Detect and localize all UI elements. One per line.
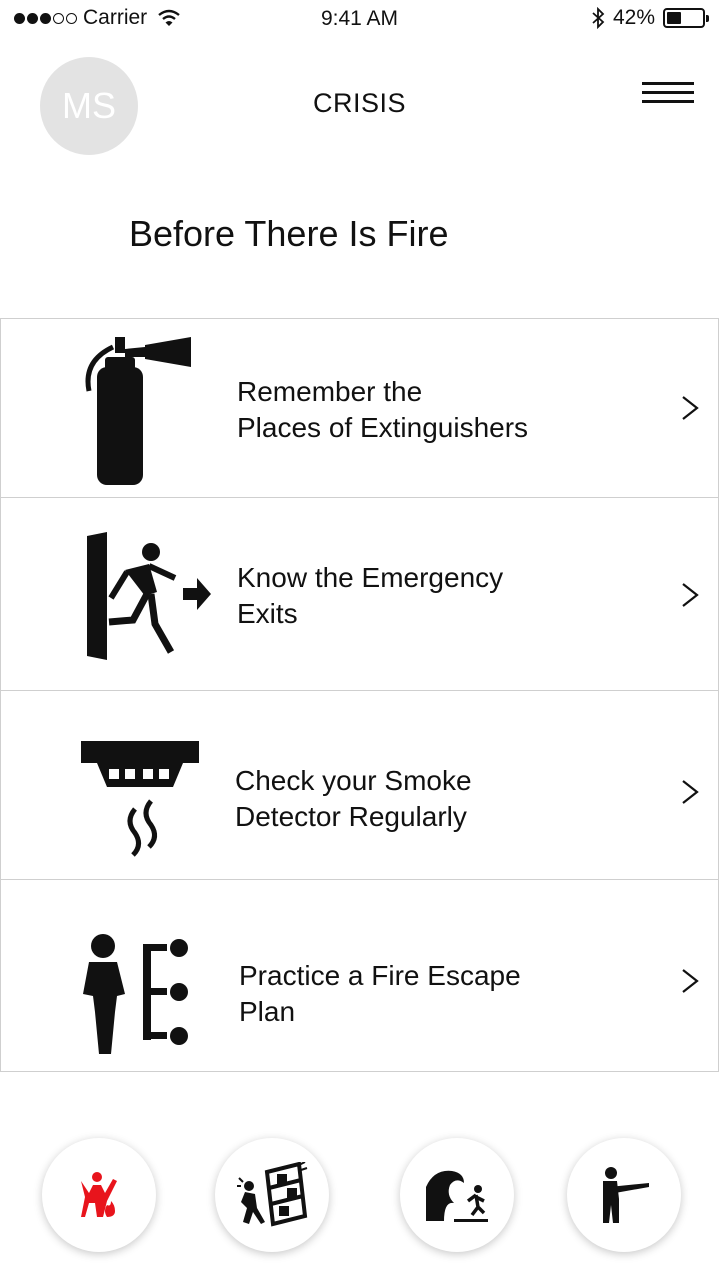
battery-icon	[663, 8, 709, 28]
battery-percent: 42%	[612, 6, 655, 29]
list-item-smoke-detector[interactable]: Check your Smoke Detector Regularly	[0, 690, 719, 879]
status-right: 42%	[591, 6, 709, 30]
crisis-type-nav	[0, 1138, 719, 1252]
bluetooth-icon	[592, 7, 605, 29]
list-item-escape-plan[interactable]: Practice a Fire Escape Plan	[0, 879, 719, 1072]
escape-plan-icon	[83, 934, 188, 1054]
section-title: Before There Is Fire	[129, 213, 449, 254]
earthquake-button[interactable]	[215, 1138, 329, 1252]
hamburger-menu-icon[interactable]	[642, 82, 694, 110]
battery-level	[667, 12, 682, 24]
checklist: Remember the Places of Extinguishers Kno…	[0, 318, 719, 1072]
chevron-right-icon[interactable]	[679, 966, 701, 996]
fire-crisis-icon	[81, 1172, 117, 1217]
fire-extinguisher-icon	[85, 337, 191, 485]
emergency-exit-icon	[87, 532, 211, 660]
chevron-right-icon[interactable]	[679, 580, 701, 610]
fire-crisis-button[interactable]	[42, 1138, 156, 1252]
list-item-label: Practice a Fire Escape Plan	[239, 960, 521, 1027]
status-bar: Carrier 9:41 AM 42%	[0, 0, 719, 40]
earthquake-icon	[237, 1162, 308, 1227]
list-item-emergency-exits[interactable]: Know the Emergency Exits	[0, 497, 719, 690]
shooter-button[interactable]	[567, 1138, 681, 1252]
list-item-extinguishers[interactable]: Remember the Places of Extinguishers	[0, 318, 719, 497]
tsunami-button[interactable]	[400, 1138, 514, 1252]
shooter-icon	[603, 1167, 649, 1223]
tsunami-icon	[426, 1170, 488, 1222]
list-item-label: Check your Smoke Detector Regularly	[235, 765, 472, 832]
list-item-label: Remember the Places of Extinguishers	[237, 376, 529, 443]
list-item-label: Know the Emergency Exits	[237, 562, 504, 629]
smoke-detector-icon	[81, 741, 199, 857]
chevron-right-icon[interactable]	[679, 777, 701, 807]
chevron-right-icon[interactable]	[679, 393, 701, 423]
page-title: CRISIS	[312, 88, 407, 118]
